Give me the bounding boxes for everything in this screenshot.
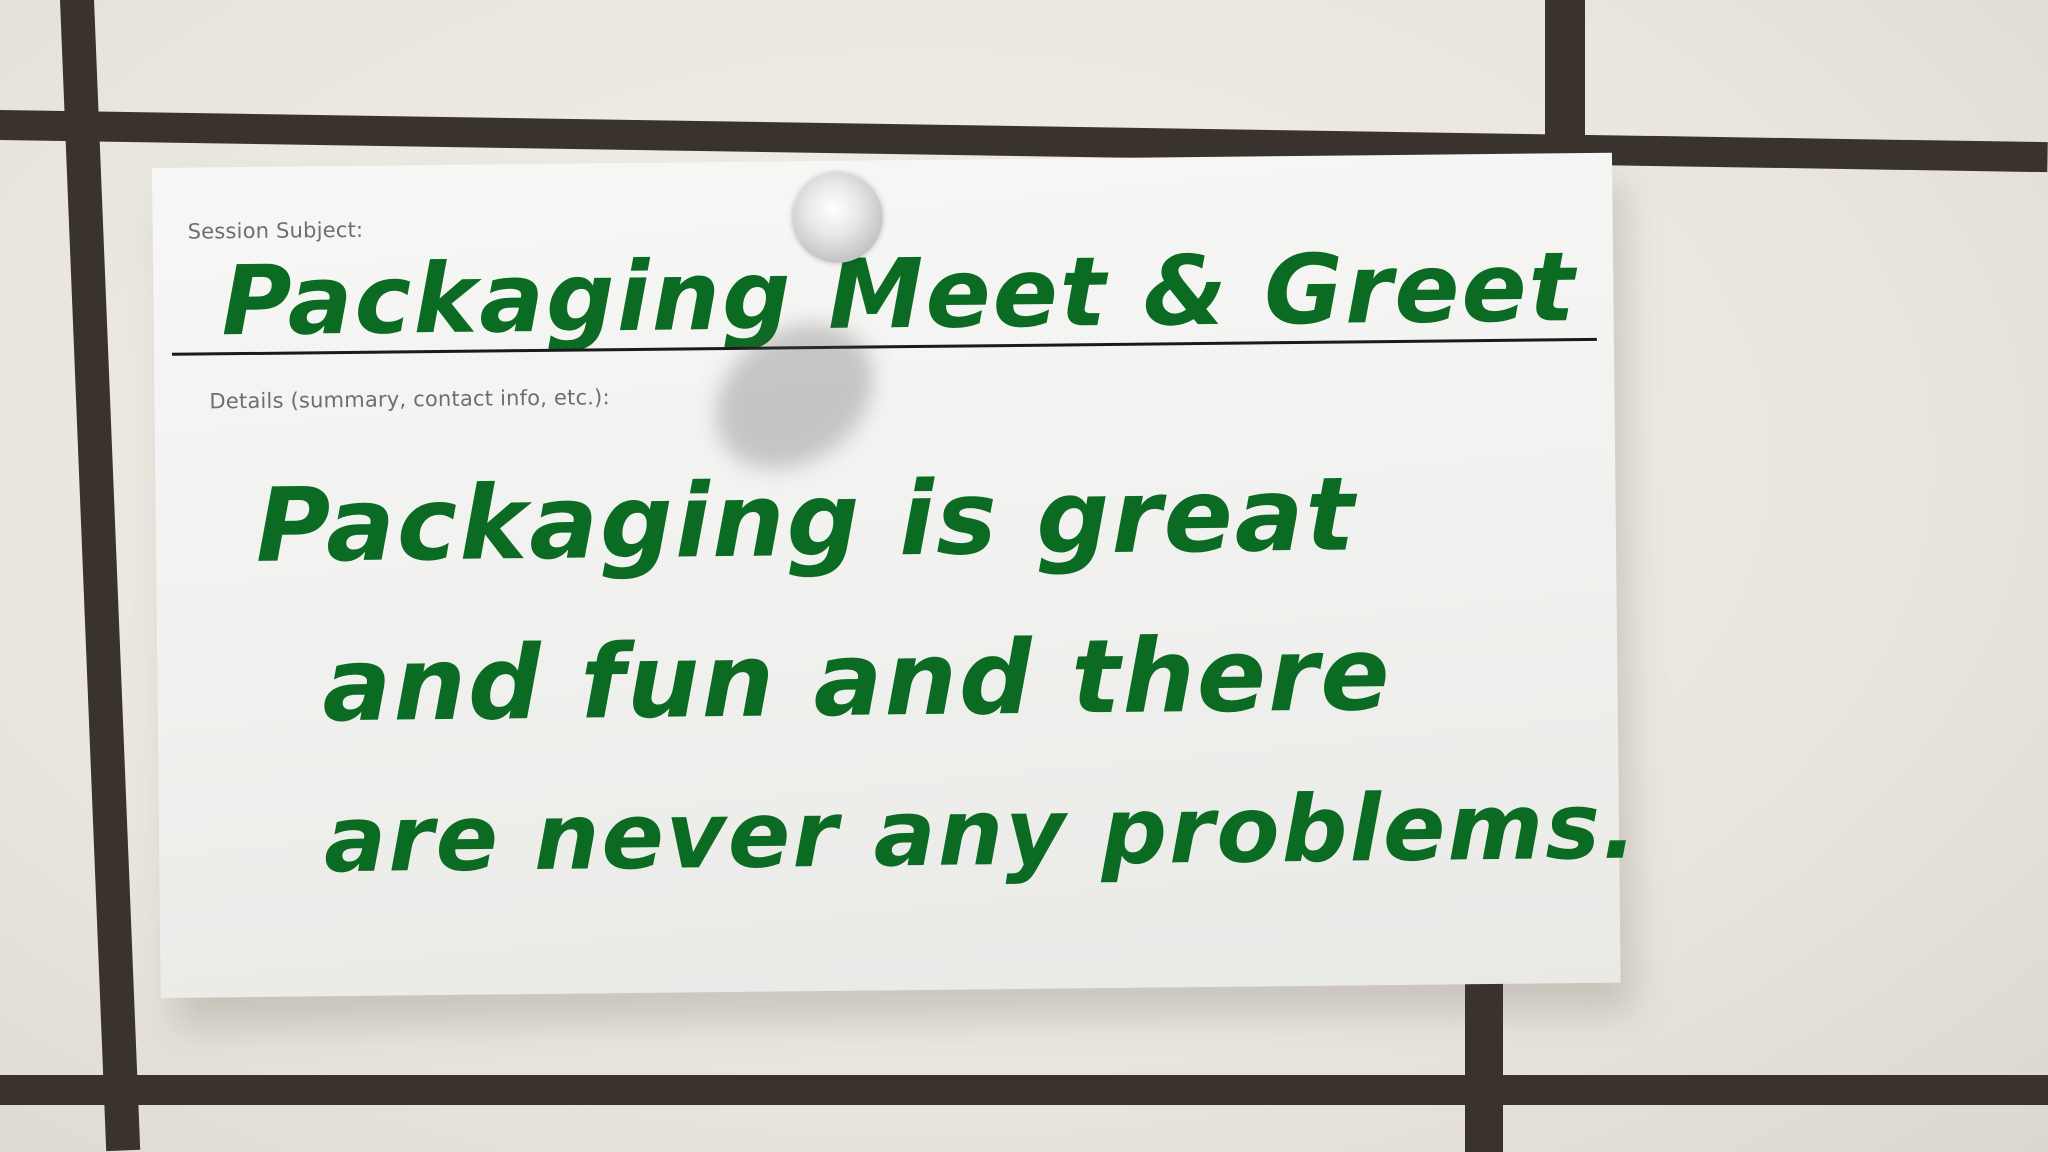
session-card: Session Subject: Packaging Meet & Greet … (152, 152, 1639, 998)
subject-text: Packaging Meet & Greet (220, 231, 1578, 358)
details-line-2: and fun and there (321, 615, 1393, 746)
details-line-3: are never any problems. (323, 772, 1640, 894)
details-label: Details (summary, contact info, etc.): (209, 385, 610, 414)
grid-line-bottom (0, 1075, 2048, 1105)
grid-line-right (1545, 0, 1585, 160)
details-line-1: Packaging is great (255, 455, 1357, 586)
push-pin-icon (792, 172, 884, 264)
subject-label: Session Subject: (187, 217, 364, 244)
grid-line-left (60, 0, 141, 1152)
